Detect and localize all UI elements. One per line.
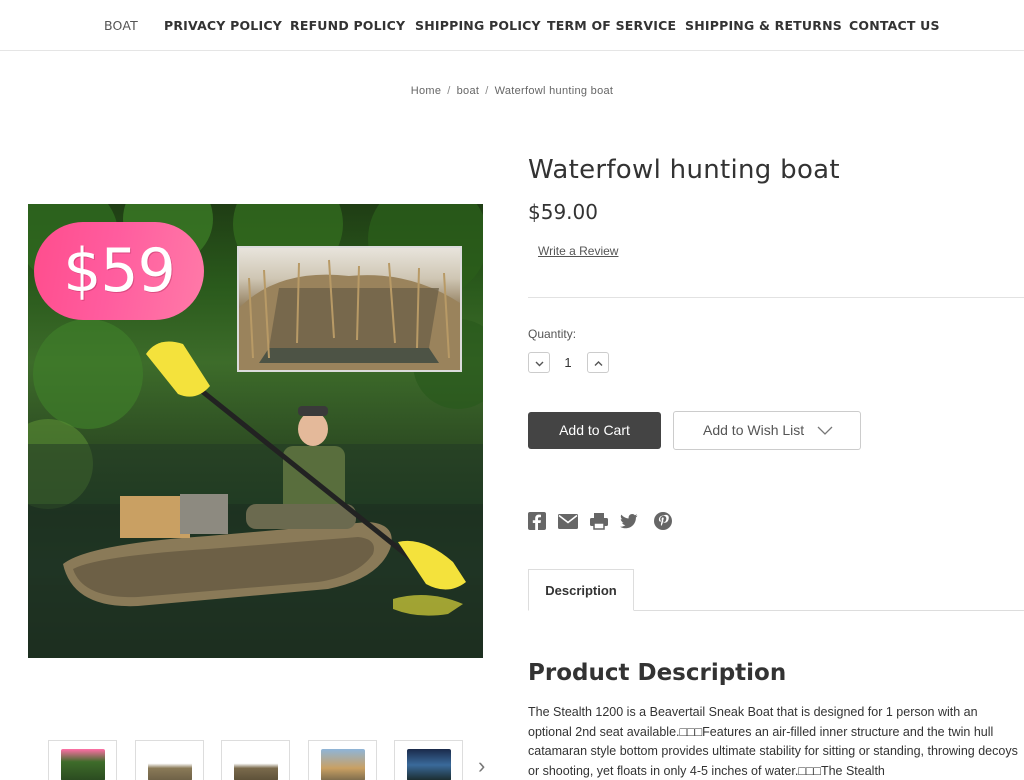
print-icon[interactable]	[590, 512, 608, 530]
facebook-icon[interactable]	[528, 512, 546, 530]
breadcrumb-separator: /	[447, 85, 451, 97]
nav-item-shipping-returns[interactable]: SHIPPING & RETURNS	[685, 18, 842, 33]
pinterest-icon[interactable]	[654, 512, 672, 530]
quantity-value[interactable]: 1	[561, 355, 575, 370]
add-to-wishlist-label: Add to Wish List	[703, 422, 805, 438]
nav-item-shipping-policy[interactable]: SHIPPING POLICY	[415, 18, 541, 33]
nav-item-refund-policy[interactable]: REFUND POLICY	[290, 18, 405, 33]
quantity-increase-button[interactable]	[587, 352, 609, 373]
top-navigation: BOAT PRIVACY POLICY REFUND POLICY SHIPPI…	[0, 0, 1024, 51]
chevron-down-icon	[817, 426, 833, 435]
nav-item-boat[interactable]: BOAT	[104, 18, 138, 33]
thumbnail-5[interactable]	[394, 740, 463, 780]
nav-item-term-of-service[interactable]: TERM OF SERVICE	[547, 18, 676, 33]
price-badge: $59	[34, 222, 204, 320]
write-review-link[interactable]: Write a Review	[538, 244, 618, 258]
breadcrumb-separator: /	[485, 85, 489, 97]
chevron-up-icon	[594, 361, 603, 366]
quantity-decrease-button[interactable]	[528, 352, 550, 373]
thumbnail-2[interactable]	[135, 740, 204, 780]
twitter-icon[interactable]	[620, 512, 638, 530]
product-price: $59.00	[528, 200, 598, 224]
breadcrumb-boat[interactable]: boat	[457, 85, 480, 97]
tab-description[interactable]: Description	[528, 569, 634, 611]
product-description-text: The Stealth 1200 is a Beavertail Sneak B…	[528, 705, 1018, 778]
product-inset-image	[237, 246, 462, 372]
thumbnail-4[interactable]	[308, 740, 377, 780]
add-to-cart-button[interactable]: Add to Cart	[528, 412, 661, 449]
tab-divider	[634, 610, 1024, 611]
thumbnail-next-arrow-icon[interactable]: ›	[478, 755, 485, 777]
chevron-down-icon	[535, 361, 544, 367]
quantity-label: Quantity:	[528, 327, 577, 341]
thumbnail-3[interactable]	[221, 740, 290, 780]
email-icon[interactable]	[558, 514, 578, 529]
divider	[528, 297, 1024, 298]
breadcrumb-home[interactable]: Home	[411, 85, 442, 97]
inset-blind-illustration	[239, 259, 460, 370]
nav-item-contact-us[interactable]: CONTACT US	[849, 18, 940, 33]
breadcrumb: Home / boat / Waterfowl hunting boat	[0, 85, 1024, 97]
nav-item-privacy-policy[interactable]: PRIVACY POLICY	[164, 18, 282, 33]
product-title: Waterfowl hunting boat	[528, 155, 840, 185]
breadcrumb-current: Waterfowl hunting boat	[494, 85, 614, 97]
add-to-wishlist-button[interactable]: Add to Wish List	[673, 411, 861, 450]
product-description-heading: Product Description	[528, 660, 787, 686]
thumbnail-1[interactable]	[48, 740, 117, 780]
